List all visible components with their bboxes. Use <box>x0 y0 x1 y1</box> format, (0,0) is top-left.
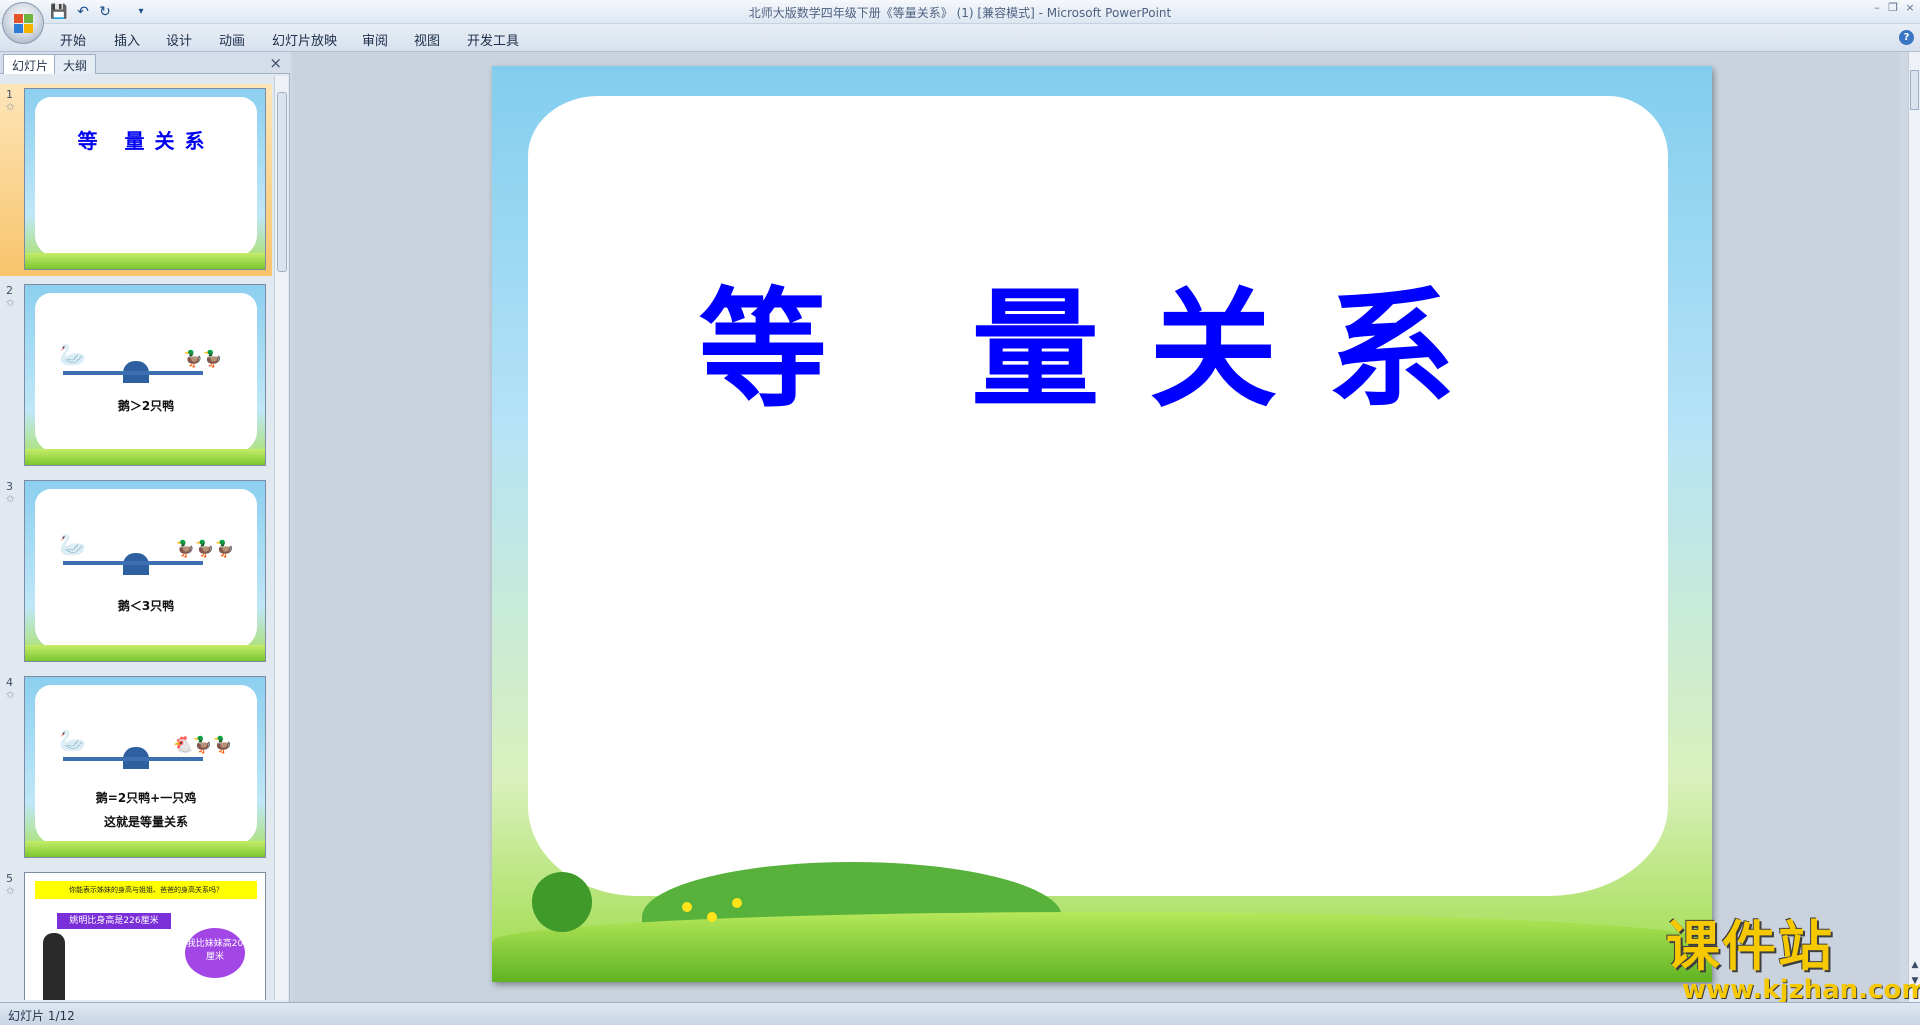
paper-frame <box>35 97 257 257</box>
slide-number: 2 <box>6 284 13 297</box>
vertical-scrollbar[interactable]: ▲ ▼ <box>1908 52 1920 1002</box>
office-button[interactable] <box>2 2 44 44</box>
paper-frame <box>528 96 1668 896</box>
seesaw-bar <box>63 757 203 761</box>
thumbnail-caption: 鹅=2只鸭+一只鸡 <box>95 791 197 805</box>
thumbnail-title: 等 量关系 <box>77 129 215 153</box>
slide-preview: 🦢 🦆🦆🦆 鹅＜3只鸭 <box>24 480 266 662</box>
goose-icon: 🦢 <box>59 533 87 558</box>
slides-pane: 幻灯片 大纲 × 1 ✩ 等 量关系 2 ✩ 🦢 🦆🦆 鹅＞2只鸭 3 ✩ 🦢 … <box>0 52 290 1002</box>
grass <box>25 645 265 661</box>
duck-icon: 🦆🦆🦆 <box>175 539 235 558</box>
seesaw-bar <box>63 561 203 565</box>
help-icon[interactable]: ? <box>1899 30 1914 45</box>
slide-number: 3 <box>6 480 13 493</box>
slide-preview: 你能表示姊妹的身高与姐姐、爸爸的身高关系吗？ 姚明比身高是226厘米 我比妹妹高… <box>24 872 266 1000</box>
goose-icon: 🦢 <box>59 343 87 368</box>
flower <box>682 902 692 912</box>
thumbnail-caption: 鹅＞2只鸭 <box>117 399 175 413</box>
site-watermark: 课件站 www.kjzhan.com <box>1666 918 1920 1010</box>
thumbnail-slide-3[interactable]: 3 ✩ 🦢 🦆🦆🦆 鹅＜3只鸭 <box>0 476 272 668</box>
thumbnail-caption: 这就是等量关系 <box>103 815 188 829</box>
tab-view[interactable]: 视图 <box>414 30 440 49</box>
slide-number: 5 <box>6 872 13 885</box>
grass <box>25 841 265 857</box>
seesaw-bar <box>63 371 203 375</box>
thumbnail-list: 1 ✩ 等 量关系 2 ✩ 🦢 🦆🦆 鹅＞2只鸭 3 ✩ 🦢 🦆🦆🦆 鹅＜3只鸭… <box>0 76 272 1000</box>
close-button[interactable]: × <box>1903 1 1917 14</box>
restore-button[interactable]: ❐ <box>1886 1 1900 14</box>
animation-star-icon: ✩ <box>6 298 15 309</box>
duck-icon: 🦆🦆 <box>183 349 223 368</box>
watermark-text: 课件站 <box>1666 915 1834 978</box>
pane-scrollbar[interactable] <box>274 76 288 1000</box>
grass <box>492 912 1712 982</box>
person-figure <box>43 933 65 1000</box>
animation-star-icon: ✩ <box>6 494 15 505</box>
tab-review[interactable]: 审阅 <box>362 30 388 49</box>
tab-design[interactable]: 设计 <box>166 30 192 49</box>
question-banner: 你能表示姊妹的身高与姐姐、爸爸的身高关系吗？ <box>35 881 257 899</box>
tree <box>532 872 592 932</box>
duck-icon: 🐔🦆🦆 <box>173 735 233 754</box>
ribbon-tabs: 开始 插入 设计 动画 幻灯片放映 审阅 视图 开发工具 ? <box>0 24 1920 52</box>
scroll-thumb[interactable] <box>277 92 287 272</box>
tab-slides[interactable]: 幻灯片 <box>3 54 58 74</box>
title-bar: 💾 ↶ ↻ ▾ 北师大版数学四年级下册《等量关系》 (1) [兼容模式] - M… <box>0 0 1920 24</box>
pane-close-icon[interactable]: × <box>269 54 282 72</box>
slide-editing-area: 等 量关系 <box>292 52 1900 1002</box>
flower <box>707 912 717 922</box>
tab-developer[interactable]: 开发工具 <box>467 30 519 49</box>
slide-indicator: 幻灯片 1/12 <box>8 1009 75 1023</box>
slide-title[interactable]: 等 量关系 <box>492 246 1712 431</box>
office-logo-icon <box>14 14 34 34</box>
animation-star-icon: ✩ <box>6 102 15 113</box>
thumbnail-slide-1[interactable]: 1 ✩ 等 量关系 <box>0 84 272 276</box>
tab-insert[interactable]: 插入 <box>114 30 140 49</box>
window-title: 北师大版数学四年级下册《等量关系》 (1) [兼容模式] - Microsoft… <box>748 6 1172 20</box>
tab-home[interactable]: 开始 <box>60 30 86 49</box>
thumbnail-caption: 鹅＜3只鸭 <box>117 599 175 613</box>
animation-star-icon: ✩ <box>6 886 15 897</box>
slide-preview: 🦢 🦆🦆 鹅＞2只鸭 <box>24 284 266 466</box>
flower <box>732 898 742 908</box>
thumbnail-slide-2[interactable]: 2 ✩ 🦢 🦆🦆 鹅＞2只鸭 <box>0 280 272 472</box>
slide-preview: 等 量关系 <box>24 88 266 270</box>
slide-number: 4 <box>6 676 13 689</box>
current-slide[interactable]: 等 量关系 <box>492 66 1712 982</box>
height-label: 姚明比身高是226厘米 <box>57 913 171 929</box>
thumbnail-slide-5[interactable]: 5 ✩ 你能表示姊妹的身高与姐姐、爸爸的身高关系吗？ 姚明比身高是226厘米 我… <box>0 868 272 1000</box>
pane-tabs: 幻灯片 大纲 × <box>0 52 290 74</box>
tab-outline[interactable]: 大纲 <box>54 54 97 74</box>
thumbnail-slide-4[interactable]: 4 ✩ 🦢 🐔🦆🦆 鹅=2只鸭+一只鸡 这就是等量关系 <box>0 672 272 864</box>
scroll-thumb[interactable] <box>1910 70 1919 110</box>
slide-preview: 🦢 🐔🦆🦆 鹅=2只鸭+一只鸡 这就是等量关系 <box>24 676 266 858</box>
watermark-url: www.kjzhan.com <box>1682 975 1920 1005</box>
grass <box>25 253 265 269</box>
slide-number: 1 <box>6 88 13 101</box>
status-bar: 幻灯片 1/12 <box>0 1002 1920 1025</box>
minimize-button[interactable]: – <box>1870 1 1884 14</box>
grass <box>25 449 265 465</box>
tab-slideshow[interactable]: 幻灯片放映 <box>272 30 337 49</box>
speech-bubble: 我比妹妹高20厘米 <box>185 928 245 978</box>
tab-animations[interactable]: 动画 <box>219 30 245 49</box>
goose-icon: 🦢 <box>59 729 87 754</box>
animation-star-icon: ✩ <box>6 690 15 701</box>
